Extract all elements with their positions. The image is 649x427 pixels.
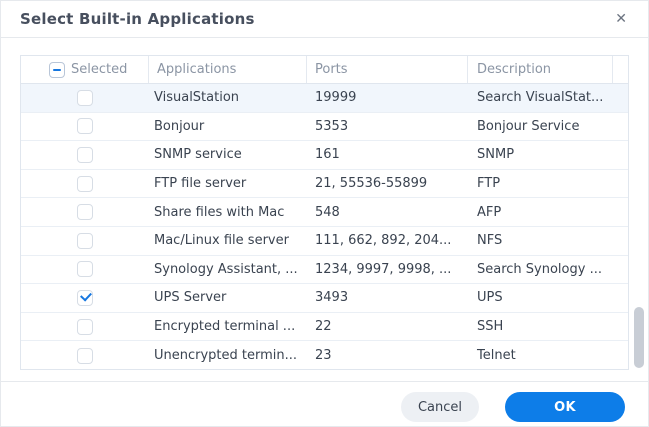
row-checkbox[interactable]: [77, 118, 93, 134]
footer-divider: [0, 381, 649, 382]
application-ports: 5353: [307, 119, 468, 134]
column-header-ports-label: Ports: [315, 62, 348, 77]
application-ports: 21, 55536-55899: [307, 176, 468, 191]
column-header-applications[interactable]: Applications: [149, 56, 307, 83]
dialog-titlebar: Select Built-in Applications ✕: [0, 0, 649, 38]
table-row[interactable]: Unencrypted termin... 23 Telnet: [21, 341, 628, 370]
application-name: Synology Assistant, ...: [149, 262, 307, 277]
application-ports: 161: [307, 147, 468, 162]
column-header-selected-label: Selected: [71, 62, 127, 77]
application-ports: 1234, 9997, 9998, ...: [307, 262, 468, 277]
application-name: Mac/Linux file server: [149, 233, 307, 248]
table-row[interactable]: Synology Assistant, ... 1234, 9997, 9998…: [21, 256, 628, 285]
application-description: Search Synology ...: [468, 262, 613, 277]
table-row[interactable]: Mac/Linux file server 111, 662, 892, 204…: [21, 227, 628, 256]
application-description: SNMP: [468, 147, 613, 162]
row-checkbox[interactable]: [77, 147, 93, 163]
application-name: VisualStation: [149, 90, 307, 105]
application-description: NFS: [468, 233, 613, 248]
column-header-applications-label: Applications: [157, 62, 236, 77]
application-name: SNMP service: [149, 147, 307, 162]
application-description: UPS: [468, 290, 613, 305]
application-description: SSH: [468, 319, 613, 334]
application-ports: 23: [307, 348, 468, 363]
applications-table: Selected Applications Ports Description …: [20, 55, 629, 370]
table-row[interactable]: SNMP service 161 SNMP: [21, 141, 628, 170]
application-description: AFP: [468, 205, 613, 220]
table-header-row: Selected Applications Ports Description: [21, 56, 628, 84]
application-description: Bonjour Service: [468, 119, 613, 134]
application-name: UPS Server: [149, 290, 307, 305]
select-builtin-applications-dialog: Select Built-in Applications ✕ Selected …: [0, 0, 649, 427]
table-row[interactable]: UPS Server 3493 UPS: [21, 284, 628, 313]
table-row[interactable]: FTP file server 21, 55536-55899 FTP: [21, 170, 628, 199]
vertical-scrollbar-thumb[interactable]: [634, 307, 644, 368]
row-checkbox[interactable]: [77, 290, 93, 306]
column-header-description-label: Description: [477, 62, 551, 77]
application-ports: 3493: [307, 290, 468, 305]
dialog-title: Select Built-in Applications: [20, 10, 255, 28]
application-ports: 111, 662, 892, 204...: [307, 233, 468, 248]
select-all-checkbox[interactable]: [49, 62, 65, 78]
ok-button[interactable]: OK: [505, 392, 625, 422]
application-description: Search VisualStat...: [468, 90, 613, 105]
table-row[interactable]: Bonjour 5353 Bonjour Service: [21, 113, 628, 142]
application-name: Encrypted terminal ...: [149, 319, 307, 334]
application-name: Bonjour: [149, 119, 307, 134]
row-checkbox[interactable]: [77, 204, 93, 220]
application-name: Share files with Mac: [149, 205, 307, 220]
row-checkbox[interactable]: [77, 348, 93, 364]
application-ports: 19999: [307, 90, 468, 105]
table-row[interactable]: Share files with Mac 548 AFP: [21, 198, 628, 227]
column-header-ports[interactable]: Ports: [307, 56, 468, 83]
column-header-filler: [613, 56, 628, 83]
application-description: FTP: [468, 176, 613, 191]
table-row[interactable]: VisualStation 19999 Search VisualStat...: [21, 84, 628, 113]
cancel-button[interactable]: Cancel: [401, 392, 479, 422]
application-description: Telnet: [468, 348, 613, 363]
row-checkbox[interactable]: [77, 176, 93, 192]
row-checkbox[interactable]: [77, 319, 93, 335]
close-icon[interactable]: ✕: [615, 9, 627, 29]
application-name: FTP file server: [149, 176, 307, 191]
application-ports: 22: [307, 319, 468, 334]
row-checkbox[interactable]: [77, 233, 93, 249]
row-checkbox[interactable]: [77, 90, 93, 106]
application-ports: 548: [307, 205, 468, 220]
column-header-selected[interactable]: Selected: [21, 56, 149, 83]
application-name: Unencrypted termin...: [149, 348, 307, 363]
table-body: VisualStation 19999 Search VisualStat...…: [21, 84, 628, 369]
row-checkbox[interactable]: [77, 261, 93, 277]
column-header-description[interactable]: Description: [468, 56, 613, 83]
table-row[interactable]: Encrypted terminal ... 22 SSH: [21, 313, 628, 342]
